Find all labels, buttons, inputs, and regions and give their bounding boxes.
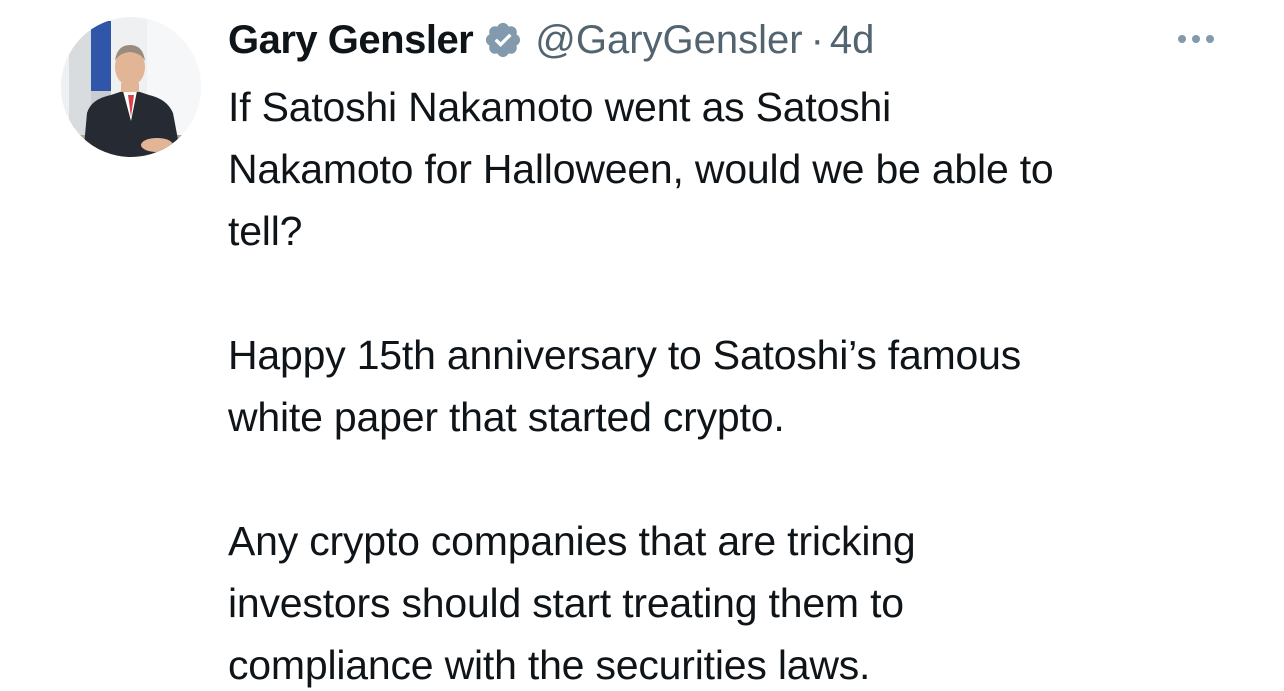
author-display-name[interactable]: Gary Gensler (228, 18, 474, 63)
tweet-line: tell? (228, 208, 303, 254)
tweet-text: If Satoshi Nakamoto went as Satoshi Naka… (228, 76, 1248, 691)
avatar[interactable] (61, 17, 201, 157)
tweet-line: Happy 15th anniversary to Satoshi’s famo… (228, 332, 1022, 378)
tweet-timestamp[interactable]: 4d (830, 18, 875, 63)
author-handle[interactable]: @GaryGensler (535, 18, 802, 63)
tweet-header: Gary Gensler @GaryGensler · 4d (228, 12, 874, 68)
more-options-icon[interactable] (1170, 23, 1222, 55)
verified-badge-icon[interactable] (483, 20, 523, 60)
tweet-line: investors should start treating them to (228, 580, 904, 626)
tweet-line: white paper that started crypto. (228, 394, 785, 440)
avatar-photo (61, 17, 201, 157)
separator-dot: · (810, 17, 824, 62)
tweet-line: compliance with the securities laws. (228, 642, 871, 688)
tweet-line: Any crypto companies that are tricking (228, 518, 916, 564)
tweet-line: If Satoshi Nakamoto went as Satoshi (228, 84, 892, 130)
tweet: Gary Gensler @GaryGensler · 4d If Satosh… (0, 0, 1284, 691)
tweet-line: Nakamoto for Halloween, would we be able… (228, 146, 1054, 192)
